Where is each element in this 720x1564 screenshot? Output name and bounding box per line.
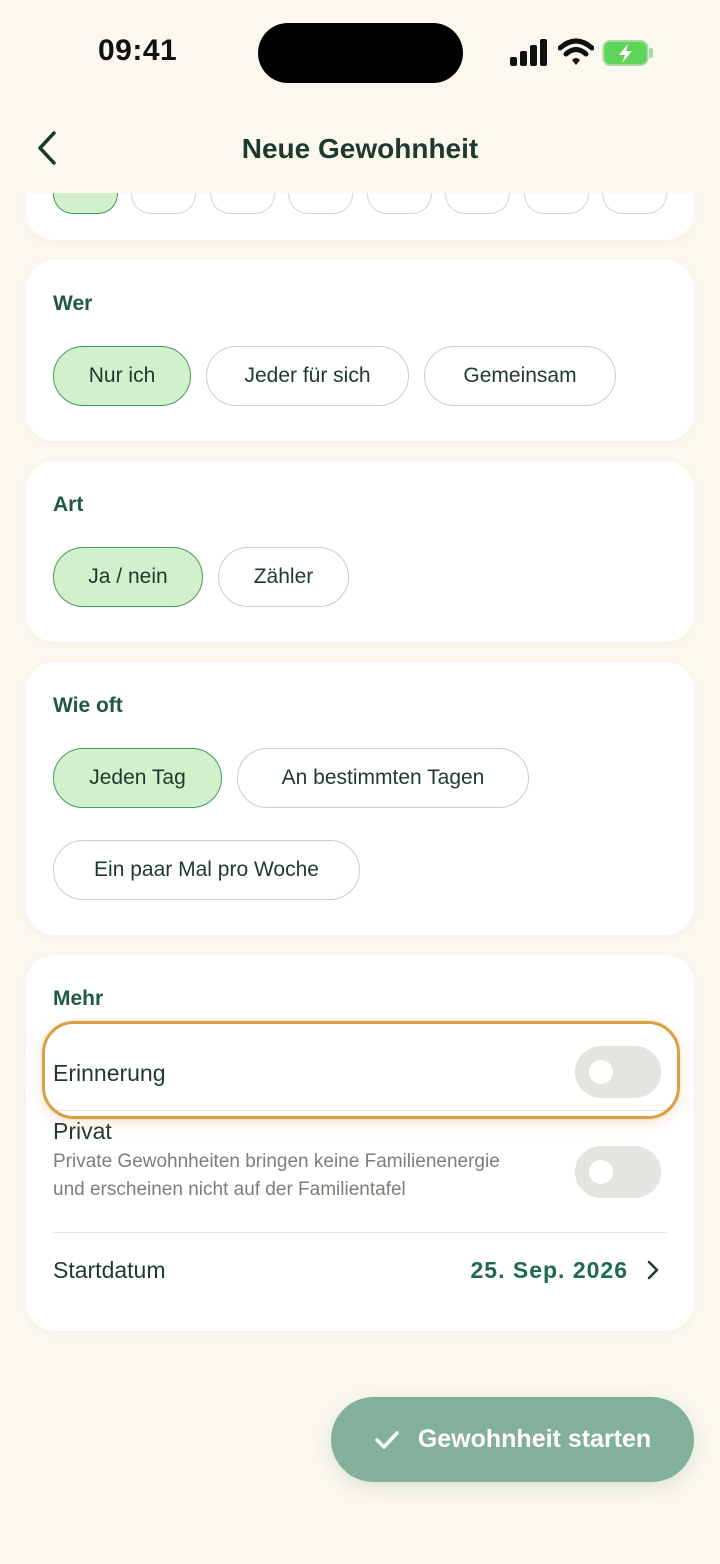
type-card: Art Ja / nein Zähler	[26, 461, 694, 642]
private-label: Privat	[53, 1118, 112, 1144]
status-bar: 09:41	[0, 0, 720, 105]
type-option-counter[interactable]: Zähler	[218, 547, 349, 607]
private-toggle[interactable]	[575, 1146, 661, 1198]
chevron-right-icon	[647, 1260, 659, 1280]
toggle-knob	[589, 1160, 613, 1184]
wifi-icon	[558, 38, 594, 65]
frequency-card: Wie oft Jeden Tag An bestimmten Tagen Ei…	[26, 662, 694, 935]
frequency-option-few-times-week[interactable]: Ein paar Mal pro Woche	[53, 840, 360, 900]
start-date-label: Startdatum	[53, 1257, 166, 1283]
type-title: Art	[53, 493, 84, 516]
dynamic-island	[258, 23, 463, 83]
screen: 09:41 Neue Gewohnheit Wer Nur ich Jeder …	[0, 0, 720, 1564]
page-title: Neue Gewohnheit	[241, 133, 479, 164]
who-option-together[interactable]: Gemeinsam	[424, 346, 616, 406]
divider	[53, 1110, 667, 1111]
reminder-label: Erinnerung	[53, 1060, 166, 1086]
who-option-each-own[interactable]: Jeder für sich	[206, 346, 409, 406]
who-card: Wer Nur ich Jeder für sich Gemeinsam	[26, 260, 694, 441]
frequency-option-every-day[interactable]: Jeden Tag	[53, 748, 222, 808]
start-habit-label: Gewohnheit starten	[417, 1425, 652, 1453]
start-habit-button[interactable]: Gewohnheit starten	[331, 1397, 694, 1482]
type-option-yes-no[interactable]: Ja / nein	[53, 547, 203, 607]
who-option-only-me[interactable]: Nur ich	[53, 346, 191, 406]
who-title: Wer	[53, 292, 93, 315]
battery-charging-icon	[602, 40, 653, 66]
start-date-row[interactable]: Startdatum 25. Sep. 2026	[26, 1233, 694, 1303]
checkmark-icon	[375, 1430, 399, 1449]
more-title: Mehr	[53, 987, 104, 1010]
status-icons	[508, 36, 658, 70]
start-date-value: 25. Sep. 2026	[470, 1257, 628, 1283]
reminder-toggle[interactable]	[575, 1046, 661, 1098]
frequency-title: Wie oft	[53, 694, 123, 717]
private-description: Private Gewohnheiten bringen keine Famil…	[53, 1151, 500, 1200]
status-time: 09:41	[98, 34, 178, 67]
header: Neue Gewohnheit	[0, 105, 720, 193]
frequency-option-specific-days[interactable]: An bestimmten Tagen	[237, 748, 529, 808]
cellular-signal-icon	[510, 39, 547, 66]
more-card: Mehr Erinnerung Privat Private Gewohnhei…	[26, 955, 694, 1331]
toggle-knob	[589, 1060, 613, 1084]
